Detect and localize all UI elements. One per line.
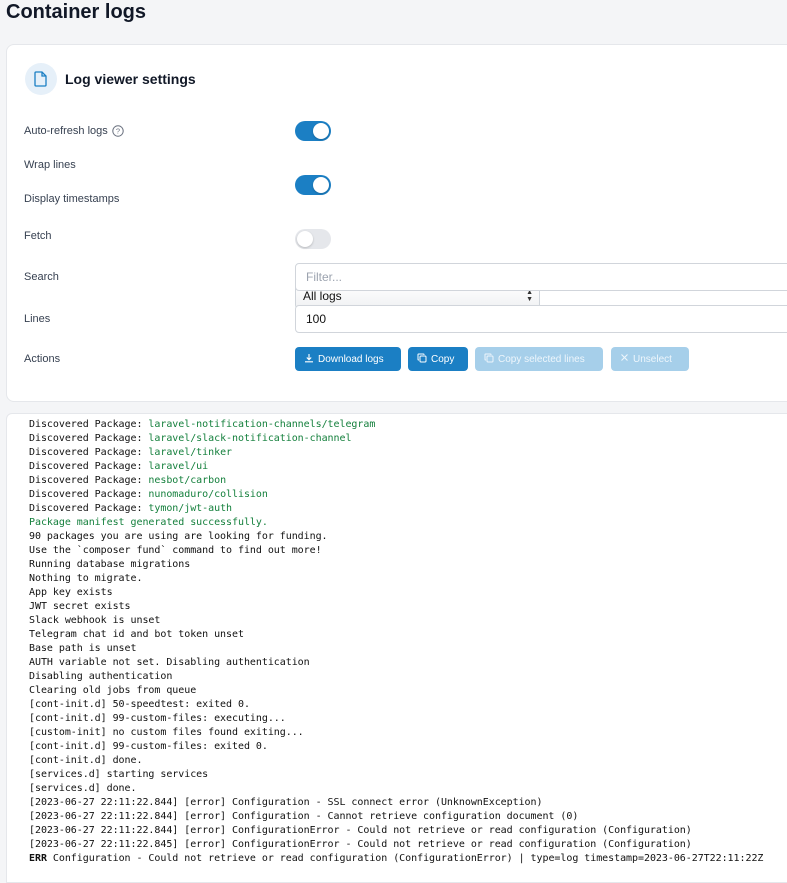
log-line[interactable]: Discovered Package: laravel/tinker — [29, 446, 763, 460]
log-text: Configuration - Could not retrieve or re… — [46, 853, 764, 864]
fetch-label: Fetch — [24, 230, 52, 242]
log-line[interactable]: Package manifest generated successfully. — [29, 516, 763, 530]
log-prefix: Discovered Package: — [29, 475, 149, 486]
log-line[interactable]: Slack webhook is unset — [29, 614, 763, 628]
log-line[interactable]: JWT secret exists — [29, 600, 763, 614]
fetch-row: Fetch — [24, 223, 52, 249]
log-line[interactable]: Use the `composer fund` command to find … — [29, 544, 763, 558]
page-title: Container logs — [6, 1, 147, 23]
log-line[interactable]: ERR Configuration - Could not retrieve o… — [29, 852, 763, 866]
log-prefix: Discovered Package: — [29, 489, 149, 500]
wrap-lines-label: Wrap lines — [24, 159, 76, 171]
actions-label: Actions — [24, 353, 61, 365]
package-name: tymon/jwt-auth — [148, 503, 233, 514]
search-row: Search — [24, 263, 59, 291]
download-logs-label: Download logs — [318, 353, 384, 365]
file-icon — [25, 63, 57, 95]
auto-refresh-row: Auto-refresh logs ? — [24, 121, 124, 141]
log-line[interactable]: Telegram chat id and bot token unset — [29, 628, 763, 642]
lines-row: Lines — [24, 305, 50, 333]
wrap-lines-toggle[interactable] — [295, 175, 331, 195]
log-line[interactable]: [cont-init.d] 99-custom-files: executing… — [29, 712, 763, 726]
log-line[interactable]: [services.d] done. — [29, 782, 763, 796]
search-label: Search — [24, 271, 59, 283]
timestamps-row: Display timestamps — [24, 189, 119, 209]
lines-input[interactable] — [295, 305, 787, 333]
package-name: laravel-notification-channels/telegram — [148, 419, 376, 430]
log-viewer-settings-card: Log viewer settings Auto-refresh logs ? … — [6, 44, 787, 402]
log-line[interactable]: [cont-init.d] 50-speedtest: exited 0. — [29, 698, 763, 712]
copy-icon — [484, 353, 494, 366]
log-line[interactable]: [2023-06-27 22:11:22.844] [error] Config… — [29, 796, 763, 810]
log-line[interactable]: [2023-06-27 22:11:22.844] [error] Config… — [29, 824, 763, 838]
timestamps-label: Display timestamps — [24, 193, 120, 205]
log-line[interactable]: Nothing to migrate. — [29, 572, 763, 586]
search-input[interactable] — [295, 263, 787, 291]
toggle-knob — [297, 231, 313, 247]
download-icon — [304, 353, 314, 366]
copy-selected-lines-label: Copy selected lines — [498, 353, 585, 365]
toggle-knob — [313, 123, 329, 139]
auto-refresh-toggle[interactable] — [295, 121, 331, 141]
actions-row: Actions — [24, 347, 60, 371]
auto-refresh-label: Auto-refresh logs — [24, 125, 108, 137]
package-name: laravel/ui — [148, 461, 209, 472]
package-name: laravel/slack-notification-channel — [148, 433, 352, 444]
log-line[interactable]: Running database migrations — [29, 558, 763, 572]
log-line[interactable]: 90 packages you are using are looking fo… — [29, 530, 763, 544]
copy-icon — [417, 353, 427, 366]
unselect-button[interactable]: Unselect — [611, 347, 689, 371]
lines-label: Lines — [24, 313, 51, 325]
log-line[interactable]: Disabling authentication — [29, 670, 763, 684]
help-circle-icon[interactable]: ? — [112, 125, 124, 137]
timestamps-toggle[interactable] — [295, 229, 331, 249]
log-line[interactable]: AUTH variable not set. Disabling authent… — [29, 656, 763, 670]
log-prefix: Discovered Package: — [29, 433, 149, 444]
svg-text:?: ? — [116, 127, 120, 136]
log-line[interactable]: Base path is unset — [29, 642, 763, 656]
log-line[interactable]: [cont-init.d] done. — [29, 754, 763, 768]
log-line[interactable]: Discovered Package: laravel-notification… — [29, 418, 763, 432]
log-line[interactable]: [cont-init.d] 99-custom-files: exited 0. — [29, 740, 763, 754]
log-output-panel[interactable]: Discovered Package: laravel-notification… — [6, 413, 787, 883]
log-prefix: Discovered Package: — [29, 461, 149, 472]
package-name: laravel/tinker — [148, 447, 233, 458]
log-prefix: Discovered Package: — [29, 447, 149, 458]
select-arrows-icon: ▲ ▼ — [526, 289, 533, 303]
card-header: Log viewer settings — [25, 63, 196, 95]
copy-button[interactable]: Copy — [408, 347, 468, 371]
log-line[interactable]: Discovered Package: laravel/slack-notifi… — [29, 432, 763, 446]
wrap-lines-row: Wrap lines — [24, 155, 76, 175]
toggle-knob — [313, 177, 329, 193]
log-line[interactable]: Discovered Package: laravel/ui — [29, 460, 763, 474]
log-line[interactable]: [custom-init] no custom files found exit… — [29, 726, 763, 740]
log-line[interactable]: [2023-06-27 22:11:22.844] [error] Config… — [29, 810, 763, 824]
log-line[interactable]: Discovered Package: nunomaduro/collision — [29, 488, 763, 502]
log-prefix: Discovered Package: — [29, 503, 149, 514]
card-title: Log viewer settings — [65, 71, 196, 87]
fetch-select-value: All logs — [303, 289, 342, 303]
log-line[interactable]: [2023-06-27 22:11:22.845] [error] Config… — [29, 838, 763, 852]
log-line[interactable]: Clearing old jobs from queue — [29, 684, 763, 698]
package-name: nunomaduro/collision — [148, 489, 268, 500]
log-lines-list: Discovered Package: laravel-notification… — [29, 418, 763, 866]
log-prefix: Discovered Package: — [29, 419, 149, 430]
unselect-label: Unselect — [633, 353, 672, 365]
log-line[interactable]: Discovered Package: nesbot/carbon — [29, 474, 763, 488]
copy-selected-lines-button[interactable]: Copy selected lines — [475, 347, 603, 371]
log-line[interactable]: [services.d] starting services — [29, 768, 763, 782]
copy-label: Copy — [431, 353, 455, 365]
package-name: nesbot/carbon — [148, 475, 227, 486]
close-icon — [620, 353, 629, 365]
log-line[interactable]: Discovered Package: tymon/jwt-auth — [29, 502, 763, 516]
log-line[interactable]: App key exists — [29, 586, 763, 600]
download-logs-button[interactable]: Download logs — [295, 347, 401, 371]
error-tag: ERR — [29, 853, 47, 864]
